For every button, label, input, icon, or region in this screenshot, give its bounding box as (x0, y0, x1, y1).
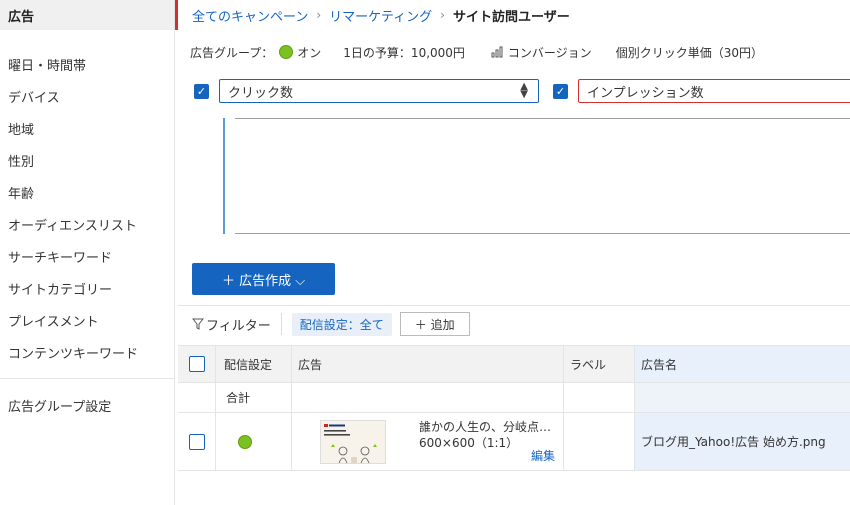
chevron-right-icon: › (440, 8, 445, 22)
sidebar-divider (0, 378, 174, 379)
breadcrumb: 全てのキャンペーン › リマーケティング › サイト訪問ユーザー (192, 6, 570, 25)
sidebar-item-label: コンテンツキーワード (8, 346, 139, 362)
breadcrumb-current: サイト訪問ユーザー (452, 9, 570, 25)
row-ad-name-cell: ブログ用_Yahoo!広告 始め方.png (635, 413, 850, 470)
app-root: 広告 曜日・時間帯 デバイス 地域 性別 年齢 オーディエンスリスト サーチキー… (0, 0, 850, 505)
sidebar-item-ads[interactable]: 広告 (0, 0, 174, 30)
table-header-row: 配信設定 広告 ラベル 広告名 (178, 345, 850, 383)
cpc-text[interactable]: 個別クリック単価（30円） (616, 44, 763, 61)
sidebar-item-label: 広告 (8, 9, 35, 25)
bar-chart-icon (491, 46, 503, 58)
row-checkbox[interactable] (188, 433, 205, 450)
ad-title: 誰かの人生の、分岐点… (419, 420, 552, 434)
filter-button[interactable]: フィルター (206, 315, 271, 334)
sidebar-list: 曜日・時間帯 デバイス 地域 性別 年齢 オーディエンスリスト サーチキーワード… (0, 30, 174, 368)
sidebar-item-label: 年齢 (8, 186, 35, 202)
sidebar-item-age[interactable]: 年齢 (0, 176, 174, 208)
sidebar: 広告 曜日・時間帯 デバイス 地域 性別 年齢 オーディエンスリスト サーチキー… (0, 0, 175, 505)
ads-table: 配信設定 広告 ラベル 広告名 合計 誰かの人生の、分岐点… 600×600（1… (178, 345, 850, 471)
sidebar-item-label: 地域 (8, 122, 35, 138)
sidebar-item-label: プレイスメント (8, 314, 99, 330)
sidebar-item-label: デバイス (8, 90, 60, 106)
header-delivery[interactable]: 配信設定 (216, 346, 292, 382)
row-delivery-cell (216, 413, 292, 470)
metric-selector-row: ✓ クリック数 ▲ ▼ ✓ インプレッション数 (194, 79, 850, 103)
edit-link[interactable]: 編集 (531, 447, 555, 464)
sidebar-item-site-category[interactable]: サイトカテゴリー (0, 272, 174, 304)
metric2-checkbox[interactable]: ✓ (553, 83, 568, 99)
row-select-cell (178, 413, 216, 470)
sidebar-item-adgroup-settings[interactable]: 広告グループ設定 (0, 389, 174, 421)
sidebar-item-label: サイトカテゴリー (8, 282, 113, 298)
header-ad-name[interactable]: 広告名 (635, 346, 850, 382)
status-on-icon (279, 45, 294, 59)
main-content: 全てのキャンペーン › リマーケティング › サイト訪問ユーザー 広告グループ：… (178, 0, 850, 505)
breadcrumb-link-remarketing[interactable]: リマーケティング (329, 6, 432, 25)
sidebar-item-audience-list[interactable]: オーディエンスリスト (0, 208, 174, 240)
sidebar-item-device[interactable]: デバイス (0, 80, 174, 112)
header-ad[interactable]: 広告 (292, 346, 564, 382)
delivery-status-icon[interactable] (238, 434, 252, 449)
delivery-filter-chip[interactable]: 配信設定：全て (291, 312, 392, 336)
create-ad-button[interactable]: ＋ 広告作成 ⌵ (192, 263, 335, 295)
summary-text: 合計 (226, 391, 251, 405)
conversion-link[interactable]: コンバージョン (508, 44, 592, 61)
sidebar-item-region[interactable]: 地域 (0, 112, 174, 144)
toolbar-divider (280, 313, 282, 335)
metric1-select[interactable]: クリック数 ▲ ▼ (219, 79, 539, 103)
metric2-value: インプレッション数 (587, 85, 704, 101)
add-filter-button[interactable]: ＋ 追加 (399, 312, 470, 336)
select-all-checkbox[interactable] (188, 356, 205, 372)
metric1-checkbox[interactable]: ✓ (194, 83, 209, 99)
sidebar-item-content-keyword[interactable]: コンテンツキーワード (0, 336, 174, 368)
metric2-select[interactable]: インプレッション数 (578, 79, 850, 103)
performance-chart (223, 118, 850, 234)
header-label[interactable]: ラベル (564, 346, 635, 382)
adgroup-info-bar: 広告グループ： オン 1日の予算：10,000円 コンバージョン 個別クリック単… (190, 42, 763, 62)
ad-thumbnail[interactable] (320, 419, 386, 464)
adgroup-label: 広告グループ： (190, 45, 274, 60)
summary-ad (292, 383, 564, 412)
row-label-cell (564, 413, 635, 470)
status-text[interactable]: オン (297, 44, 321, 61)
sidebar-item-label: 広告グループ設定 (8, 399, 112, 415)
section-divider (178, 305, 850, 306)
sidebar-item-search-keyword[interactable]: サーチキーワード (0, 240, 174, 272)
sidebar-item-gender[interactable]: 性別 (0, 144, 174, 176)
breadcrumb-link-all-campaigns[interactable]: 全てのキャンペーン (192, 6, 308, 25)
row-ad-cell: 誰かの人生の、分岐点… 600×600（1:1） 編集 (292, 413, 564, 470)
summary-label-col (564, 383, 635, 412)
sidebar-item-label: サーチキーワード (8, 250, 113, 266)
sidebar-item-placement[interactable]: プレイスメント (0, 304, 174, 336)
sidebar-item-label: 性別 (8, 154, 35, 170)
filter-icon (192, 318, 204, 330)
ad-thumbnail-image (321, 420, 385, 463)
sidebar-item-label: 曜日・時間帯 (8, 58, 87, 74)
table-row[interactable]: 誰かの人生の、分岐点… 600×600（1:1） 編集 ブログ用_Yahoo!広… (178, 413, 850, 471)
chart-gridline-bottom (235, 233, 850, 234)
summary-ad-name (635, 383, 850, 412)
table-summary-row: 合計 (178, 383, 850, 413)
sidebar-item-day-time[interactable]: 曜日・時間帯 (0, 48, 174, 80)
table-toolbar: フィルター 配信設定：全て ＋ 追加 (192, 312, 470, 336)
summary-label: 合計 (216, 383, 292, 412)
chevron-right-icon: › (316, 8, 322, 22)
sort-arrows-icon: ▲ ▼ (520, 81, 528, 100)
chart-gridline-top (235, 118, 850, 119)
select-all-cell (178, 346, 216, 382)
daily-budget[interactable]: 1日の予算：10,000円 (343, 44, 465, 61)
metric1-value: クリック数 (228, 85, 294, 101)
ad-name-text: ブログ用_Yahoo!広告 始め方.png (641, 435, 826, 449)
summary-empty (178, 383, 216, 412)
sidebar-item-label: オーディエンスリスト (8, 218, 137, 234)
